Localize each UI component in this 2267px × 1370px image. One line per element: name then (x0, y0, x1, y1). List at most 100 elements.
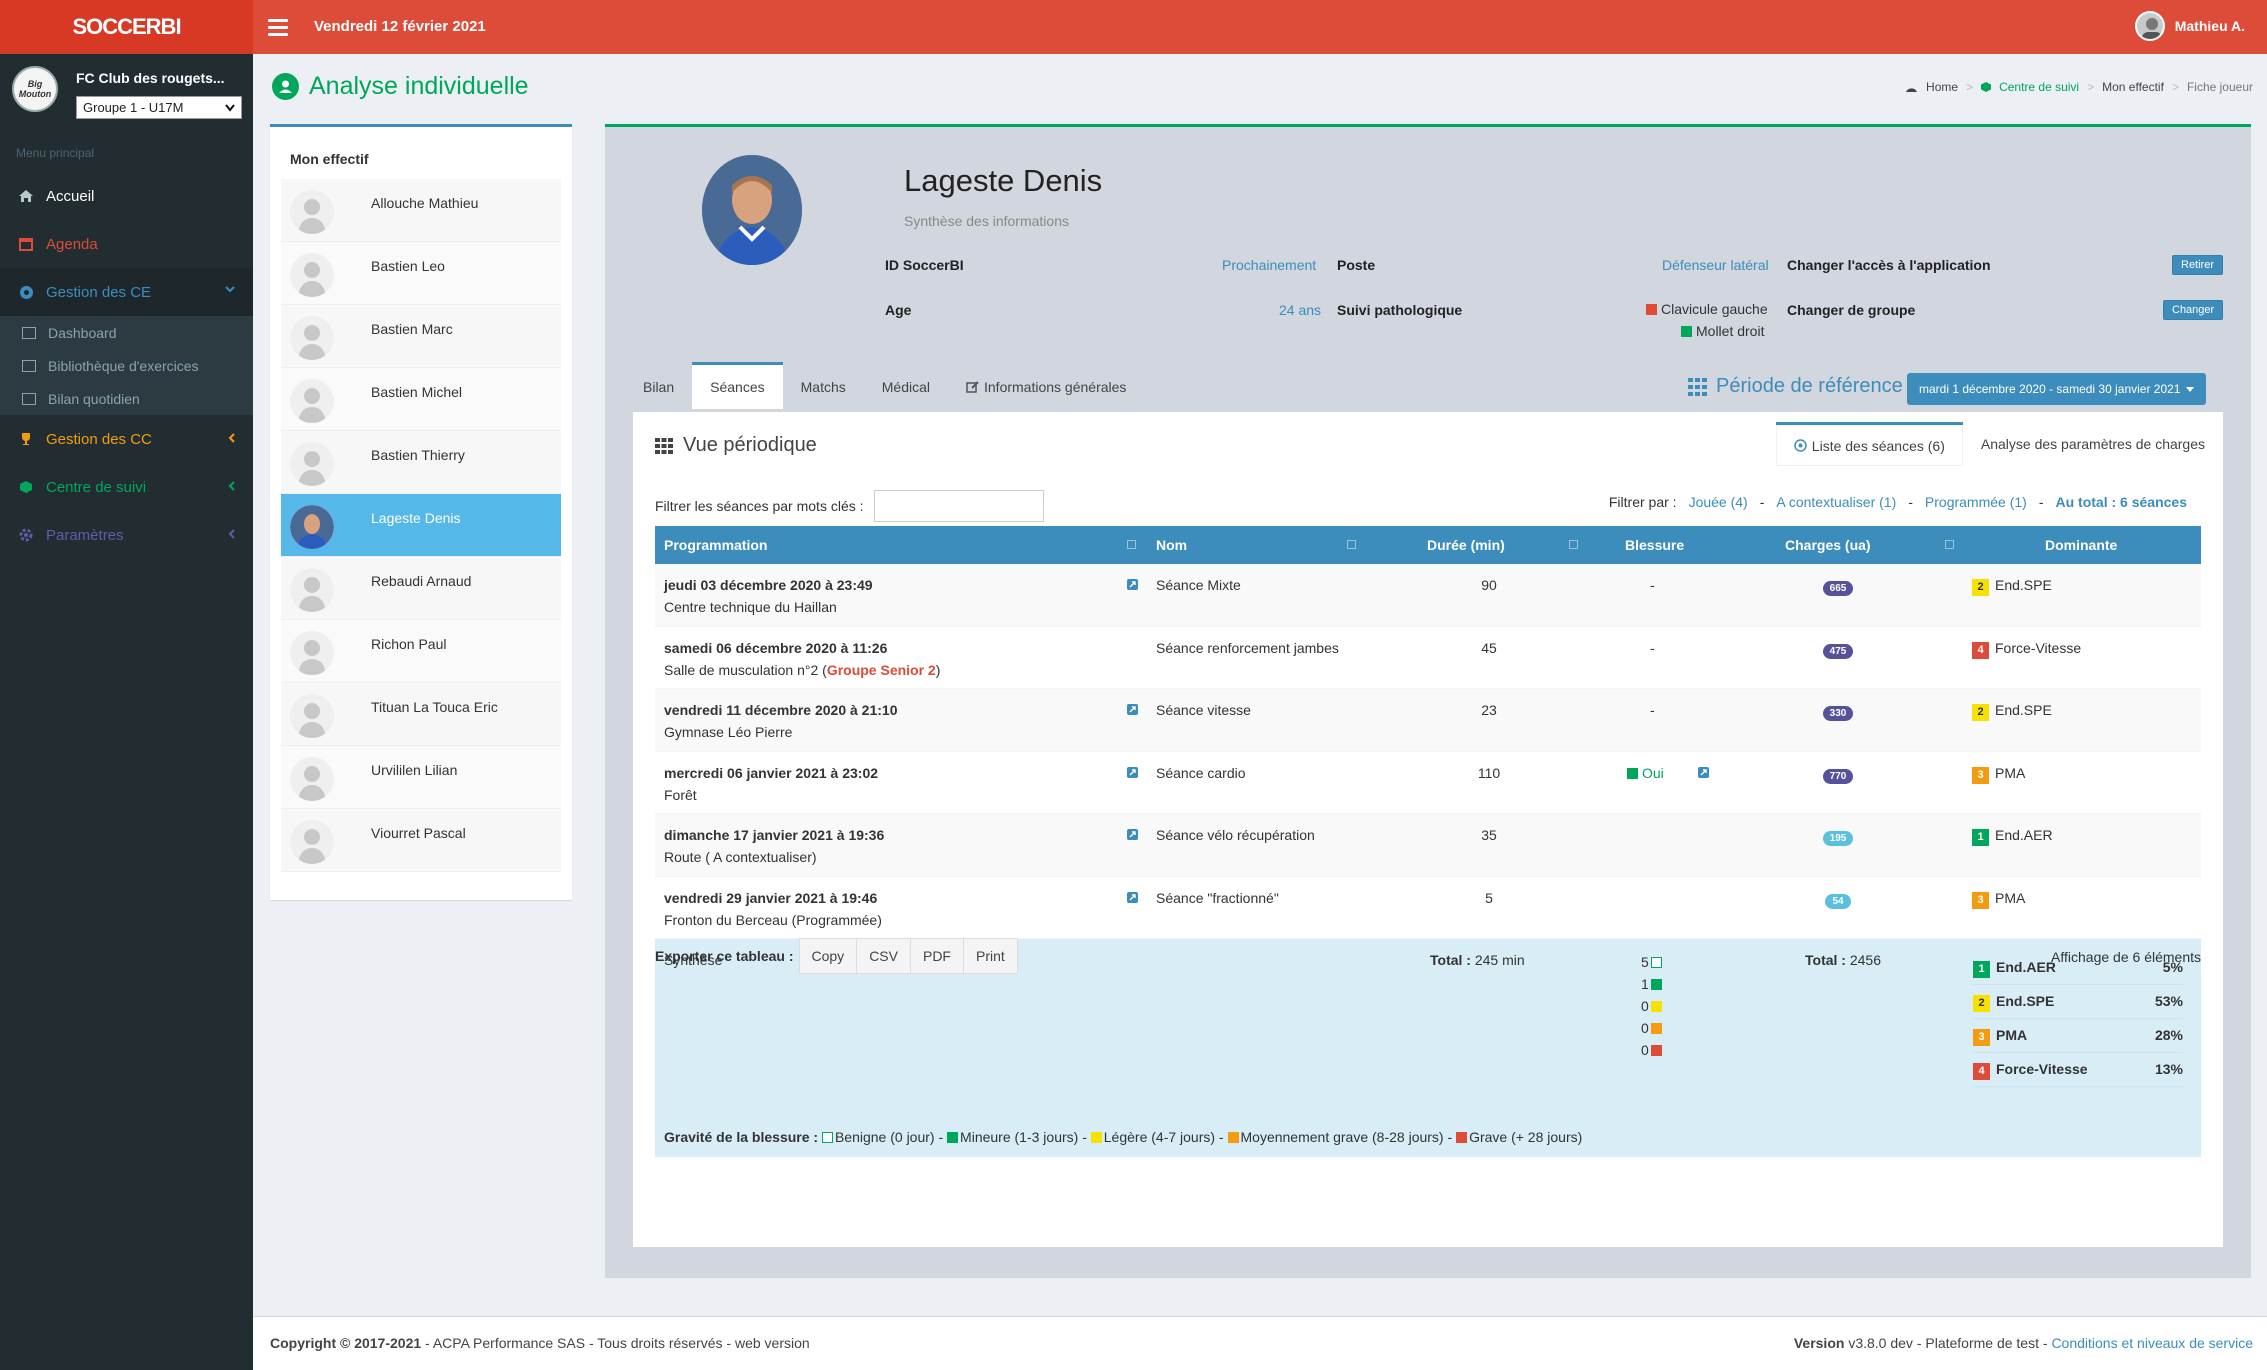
periode-select-button[interactable]: mardi 1 décembre 2020 - samedi 30 janvie… (1907, 373, 2207, 405)
sort-icon[interactable] (1127, 540, 1136, 549)
filter-separator: - (1759, 494, 1765, 510)
external-link-icon[interactable] (1127, 891, 1138, 903)
sidebar-item-gestion-ce[interactable]: Gestion des CE (0, 268, 253, 316)
filter-programmee[interactable]: Programmée (1) (1925, 494, 2027, 510)
seance-dominante: 3 PMA (1972, 765, 2025, 784)
table-icon (22, 326, 36, 339)
breadcrumb-fiche-joueur: Fiche joueur (2186, 80, 2253, 94)
charge-badge: 770 (1822, 768, 1854, 784)
seance-nom: Séance renforcement jambes (1156, 639, 1339, 656)
player-list-item[interactable]: Bastien Marc (281, 305, 561, 368)
sidebar-item-agenda[interactable]: Agenda (0, 220, 253, 268)
external-link-icon[interactable] (1127, 829, 1138, 840)
user-circle-icon (272, 73, 299, 100)
sidebar-subitem-dashboard[interactable]: Dashboard (0, 316, 253, 349)
table-row[interactable]: jeudi 03 décembre 2020 à 23:49 Centre tec… (655, 564, 2201, 627)
groupe-label: Changer de groupe (1787, 302, 1916, 318)
menu-toggle-icon[interactable] (268, 15, 288, 39)
col-blessure[interactable]: Blessure (1625, 537, 1684, 553)
print-button[interactable]: Print (962, 938, 1018, 974)
blessure-count: 5 (1641, 951, 1666, 973)
player-list-item[interactable]: Bastien Michel (281, 368, 561, 431)
external-link-icon[interactable] (1127, 579, 1138, 590)
player-list-item[interactable]: Tituan La Touca Eric (281, 683, 561, 746)
col-programmation[interactable]: Programmation (664, 537, 767, 553)
export-bar: Exporter ce tableau : Copy CSV PDF Print (655, 938, 1018, 974)
breadcrumb-mon-effectif[interactable]: Mon effectif (2102, 80, 2164, 94)
tab-liste-seances[interactable]: Liste des séances (6) (1775, 422, 1963, 468)
sort-icon[interactable] (1347, 540, 1356, 549)
vue-periodique-title: Vue périodique (655, 434, 817, 457)
player-list-item[interactable]: Allouche Mathieu (281, 179, 561, 242)
sidebar-subitem-bibliotheque[interactable]: Bibliothèque d'exercices (0, 349, 253, 382)
player-avatar (290, 190, 334, 234)
external-link-icon[interactable] (1127, 704, 1138, 715)
player-avatar (290, 316, 334, 360)
gravite-label: Gravité de la blessure : (664, 1129, 819, 1145)
group-select[interactable]: Groupe 1 - U17M (76, 96, 242, 119)
table-row[interactable]: dimanche 17 janvier 2021 à 19:36 Route ( … (655, 814, 2201, 877)
external-link-icon[interactable] (1127, 766, 1138, 778)
sort-icon[interactable] (1569, 540, 1578, 549)
copy-button[interactable]: Copy (798, 938, 858, 974)
conditions-link[interactable]: Conditions et niveaux de service (2051, 1335, 2253, 1351)
sidebar-item-parametres[interactable]: Paramètres (0, 511, 253, 559)
status-square-icon (1650, 956, 1662, 968)
table-row[interactable]: samedi 06 décembre 2020 à 11:26 Salle de … (655, 627, 2201, 689)
col-duree[interactable]: Durée (min) (1427, 537, 1505, 553)
csv-button[interactable]: CSV (856, 938, 911, 974)
charge-badge: 195 (1822, 831, 1854, 846)
pdf-button[interactable]: PDF (909, 938, 964, 974)
player-list-item[interactable]: Richon Paul (281, 620, 561, 683)
tab-matchs[interactable]: Matchs (783, 364, 864, 409)
col-dominante[interactable]: Dominante (2045, 537, 2117, 553)
player-list-item[interactable]: Bastien Thierry (281, 431, 561, 494)
tab-informations[interactable]: Informations générales (948, 364, 1144, 409)
player-list-item[interactable]: Rebaudi Arnaud (281, 557, 561, 620)
sidebar-subitem-bilan[interactable]: Bilan quotidien (0, 382, 253, 415)
col-charges[interactable]: Charges (ua) (1785, 537, 1871, 553)
filter-keywords-input[interactable] (873, 490, 1044, 522)
tab-bilan[interactable]: Bilan (625, 364, 692, 409)
tab-seances[interactable]: Séances (692, 362, 783, 409)
player-list-item[interactable]: Urvililen Lilian (281, 746, 561, 809)
sidebar-item-accueil[interactable]: Accueil (0, 172, 253, 220)
filter-total[interactable]: Au total : 6 séances (2056, 494, 2188, 510)
table-row[interactable]: vendredi 29 janvier 2021 à 19:46 Fronton … (655, 877, 2201, 939)
status-square-icon (1646, 304, 1657, 315)
seance-date: samedi 06 décembre 2020 à 11:26 (664, 639, 888, 656)
sidebar-item-centre-suivi[interactable]: Centre de suivi (0, 463, 253, 511)
retirer-button[interactable]: Retirer (2172, 255, 2224, 275)
breadcrumb-centre-suivi[interactable]: Centre de suivi (1999, 80, 2079, 94)
player-list-item[interactable]: Lageste Denis (281, 494, 561, 557)
sidebar-item-label: Accueil (46, 187, 95, 205)
age-value: 24 ans (1279, 302, 1322, 318)
changer-groupe-button[interactable]: Changer (2163, 300, 2224, 320)
filter-a-contextualiser[interactable]: A contextualiser (1) (1776, 494, 1896, 510)
breadcrumb-separator: > (2087, 80, 2095, 94)
filter-separator: - (2038, 494, 2044, 510)
seance-lieu: Forêt (664, 786, 697, 803)
player-list-item[interactable]: Viourret Pascal (281, 809, 561, 872)
table-row[interactable]: vendredi 11 décembre 2020 à 21:10 Gymnase… (655, 689, 2201, 752)
filter-jouee[interactable]: Jouée (4) (1689, 494, 1748, 510)
id-value[interactable]: Prochainement (1222, 257, 1316, 273)
breadcrumb-separator: > (1966, 80, 1974, 94)
player-list-item[interactable]: Bastien Leo (281, 242, 561, 305)
seance-charge: 665 (1815, 578, 1861, 596)
table-row[interactable]: mercredi 06 janvier 2021 à 23:02 Forêt Séa… (655, 752, 2201, 814)
dominante-badge: 3 (1972, 766, 1989, 784)
breadcrumb-home[interactable]: Home (1926, 80, 1958, 94)
external-link-icon[interactable] (1698, 766, 1709, 778)
sidebar-item-gestion-cc[interactable]: Gestion des CC (0, 415, 253, 463)
sort-icon[interactable] (1945, 540, 1954, 549)
tab-analyse-charges[interactable]: Analyse des paramètres de charges (1963, 422, 2223, 468)
col-nom[interactable]: Nom (1156, 537, 1187, 553)
app-logo[interactable]: SOCCERBI (0, 0, 253, 54)
dominante-badge: 3 (1973, 1029, 1990, 1046)
user-menu[interactable]: Mathieu A. (2134, 11, 2245, 41)
tab-medical[interactable]: Médical (864, 364, 948, 409)
edit-icon (966, 381, 979, 393)
charge-badge: 665 (1822, 581, 1854, 596)
vue-subtabs: Liste des séances (6) Analyse des paramè… (1775, 422, 2223, 468)
